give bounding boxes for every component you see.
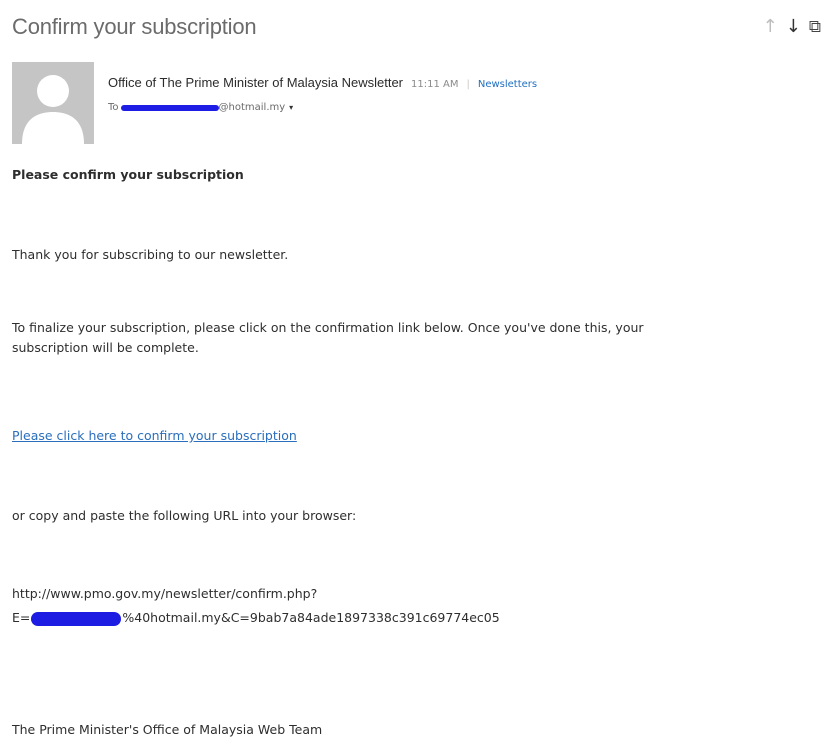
recipient-email[interactable]: @hotmail.my: [219, 102, 286, 113]
folder-link[interactable]: Newsletters: [478, 79, 537, 90]
sender-row: Office of The Prime Minister of Malaysia…: [108, 75, 537, 90]
popout-icon[interactable]: ⧉: [809, 18, 821, 36]
url-prefix: E=: [12, 610, 31, 625]
redaction-mark: [31, 611, 122, 626]
confirm-url-line2[interactable]: E= %40hotmail.my&C=9bab7a84ade1897338c391…: [12, 608, 500, 628]
body-copy-paste: or copy and paste the following URL into…: [12, 508, 357, 523]
next-message-icon[interactable]: ↓: [786, 18, 801, 36]
message-navigation: ↑ ↓ ⧉: [763, 18, 821, 36]
confirm-url-line1[interactable]: http://www.pmo.gov.my/newsletter/confirm…: [12, 584, 317, 604]
recipient-dropdown-icon[interactable]: ▾: [289, 103, 293, 112]
body-finalize-line2: subscription will be complete.: [12, 340, 199, 355]
redaction-mark: [120, 104, 219, 111]
url-suffix: %40hotmail.my&C=9bab7a84ade1897338c391c6…: [122, 610, 500, 625]
sent-time: 11:11 AM: [411, 79, 459, 90]
body-signoff: The Prime Minister's Office of Malaysia …: [12, 722, 323, 737]
confirm-subscription-link-wrap: Please click here to confirm your subscr…: [12, 426, 297, 446]
previous-message-icon[interactable]: ↑: [763, 18, 778, 36]
sender-avatar: [12, 62, 94, 144]
body-thanks: Thank you for subscribing to our newslet…: [12, 247, 289, 262]
folder-separator: |: [466, 79, 470, 90]
email-subject: Confirm your subscription: [12, 14, 257, 39]
body-heading: Please confirm your subscription: [12, 167, 244, 182]
to-label: To: [108, 102, 119, 113]
confirm-subscription-link[interactable]: Please click here to confirm your subscr…: [12, 428, 297, 443]
sender-name[interactable]: Office of The Prime Minister of Malaysia…: [108, 75, 403, 90]
recipient-row: To @hotmail.my ▾: [108, 102, 293, 113]
person-silhouette-icon: [22, 75, 84, 144]
body-finalize-line1: To finalize your subscription, please cl…: [12, 320, 644, 335]
